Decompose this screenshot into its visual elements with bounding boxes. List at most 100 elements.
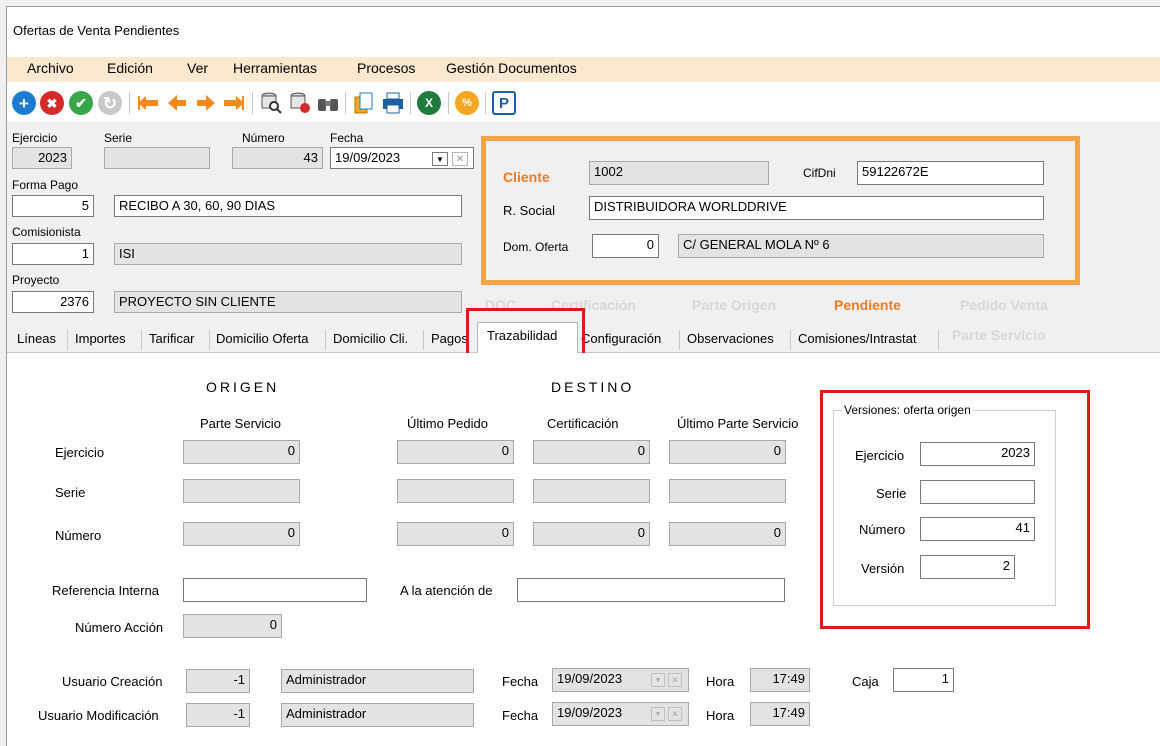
tab-domicilio-cli[interactable]: Domicilio Cli. [333, 331, 408, 346]
usuario-creacion-id-field[interactable]: -1 [186, 669, 250, 693]
origen-serie-field[interactable] [183, 479, 300, 503]
usuario-modificacion-label: Usuario Modificación [38, 708, 159, 723]
pedido-ejercicio-field[interactable]: 0 [397, 440, 514, 464]
certificacion-numero-field[interactable]: 0 [533, 522, 650, 546]
menu-procesos[interactable]: Procesos [357, 60, 415, 76]
tab-pagos[interactable]: Pagos [431, 331, 468, 346]
usuario-modificacion-name-field[interactable]: Administrador [281, 703, 474, 727]
fecha-value: 19/09/2023 [335, 150, 401, 165]
cifdni-label: CifDni [803, 166, 836, 180]
clear-icon[interactable]: ✕ [668, 707, 682, 721]
chevron-down-icon[interactable]: ▼ [651, 673, 665, 687]
menu-ver[interactable]: Ver [187, 60, 208, 76]
versiones-version-field[interactable]: 2 [920, 555, 1015, 579]
dom-oferta-code-field[interactable]: 0 [592, 234, 659, 258]
status-tab-parte-servicio[interactable]: Parte Servicio [952, 327, 1045, 343]
dom-oferta-desc-field[interactable]: C/ GENERAL MOLA Nº 6 [678, 234, 1044, 258]
origen-numero-field[interactable]: 0 [183, 522, 300, 546]
hora-creacion-label: Hora [706, 674, 735, 689]
status-tab-pedido-venta[interactable]: Pedido Venta [960, 297, 1048, 313]
serie-field[interactable] [104, 147, 210, 169]
usuario-modificacion-id-field[interactable]: -1 [186, 703, 250, 727]
tab-domicilio-oferta[interactable]: Domicilio Oferta [216, 331, 308, 346]
first-icon[interactable] [136, 91, 160, 115]
tab-separator [209, 330, 210, 350]
pedido-numero-field[interactable]: 0 [397, 522, 514, 546]
status-tab-pendiente[interactable]: Pendiente [834, 297, 901, 313]
clear-icon[interactable]: ✕ [452, 152, 468, 166]
parte-numero-field[interactable]: 0 [669, 522, 786, 546]
numero-accion-label: Número Acción [75, 620, 164, 635]
comisionista-label: Comisionista [12, 225, 81, 239]
print-icon[interactable] [381, 91, 405, 115]
menu-archivo[interactable]: Archivo [27, 60, 74, 76]
percent-icon[interactable]: % [455, 91, 479, 115]
parte-serie-field[interactable] [669, 479, 786, 503]
delete-icon[interactable]: ✖ [40, 91, 64, 115]
versiones-serie-field[interactable] [920, 480, 1035, 504]
usuario-creacion-name-field[interactable]: Administrador [281, 669, 474, 693]
ejercicio-field[interactable]: 2023 [12, 147, 72, 169]
numero-accion-field[interactable]: 0 [183, 614, 282, 638]
menu-herramientas[interactable]: Herramientas [233, 60, 317, 76]
title-bar: Ofertas de Venta Pendientes [7, 7, 1160, 57]
binoculars-icon[interactable] [316, 91, 340, 115]
rsocial-field[interactable]: DISTRIBUIDORA WORLDDRIVE [589, 196, 1044, 220]
pdf-icon[interactable]: P [492, 91, 516, 115]
search-icon[interactable] [259, 91, 283, 115]
col-ultimo-pedido: Último Pedido [407, 416, 488, 431]
caja-label: Caja [852, 674, 879, 689]
confirm-icon[interactable]: ✔ [69, 91, 93, 115]
referencia-interna-label: Referencia Interna [52, 583, 159, 598]
destino-heading: DESTINO [551, 379, 635, 395]
usuario-creacion-label: Usuario Creación [62, 674, 163, 689]
excel-icon[interactable]: X [417, 91, 441, 115]
tab-configuracion[interactable]: Configuración [581, 331, 661, 346]
comisionista-desc-field[interactable]: ISI [114, 243, 462, 265]
versiones-ejercicio-field[interactable]: 2023 [920, 442, 1035, 466]
origen-ejercicio-field[interactable]: 0 [183, 440, 300, 464]
tab-comisiones-intrastat[interactable]: Comisiones/Intrastat [798, 331, 917, 346]
certificacion-serie-field[interactable] [533, 479, 650, 503]
menu-edicion[interactable]: Edición [107, 60, 153, 76]
parte-ejercicio-field[interactable]: 0 [669, 440, 786, 464]
rsocial-label: R. Social [503, 203, 556, 218]
numero-field[interactable]: 43 [232, 147, 323, 169]
cliente-code-field[interactable]: 1002 [589, 161, 769, 185]
proyecto-code-field[interactable]: 2376 [12, 291, 94, 313]
proyecto-desc-field[interactable]: PROYECTO SIN CLIENTE [114, 291, 462, 313]
certificacion-ejercicio-field[interactable]: 0 [533, 440, 650, 464]
ejercicio-label: Ejercicio [12, 131, 58, 145]
filter-icon[interactable] [288, 91, 312, 115]
last-icon[interactable] [222, 91, 246, 115]
chevron-down-icon[interactable]: ▼ [651, 707, 665, 721]
status-tab-parte-origen[interactable]: Parte Origen [692, 297, 776, 313]
cliente-label[interactable]: Cliente [503, 169, 550, 185]
add-icon[interactable]: + [12, 91, 36, 115]
hora-creacion-field[interactable]: 17:49 [750, 668, 810, 692]
menu-gestion-documentos[interactable]: Gestión Documentos [446, 60, 577, 76]
clear-icon[interactable]: ✕ [668, 673, 682, 687]
atencion-field[interactable] [517, 578, 785, 602]
pedido-serie-field[interactable] [397, 479, 514, 503]
copy-icon[interactable] [352, 91, 376, 115]
forma-pago-code-field[interactable]: 5 [12, 195, 94, 217]
col-certificacion: Certificación [547, 416, 619, 431]
tab-importes[interactable]: Importes [75, 331, 126, 346]
chevron-down-icon[interactable]: ▼ [432, 152, 448, 166]
referencia-interna-field[interactable] [183, 578, 367, 602]
refresh-icon[interactable]: ↻ [98, 91, 122, 115]
caja-field[interactable]: 1 [893, 668, 954, 692]
tab-lineas[interactable]: Líneas [17, 331, 56, 346]
forma-pago-desc-field[interactable]: RECIBO A 30, 60, 90 DIAS [114, 195, 462, 217]
fecha-creacion-label: Fecha [502, 674, 539, 689]
tab-observaciones[interactable]: Observaciones [687, 331, 774, 346]
comisionista-code-field[interactable]: 1 [12, 243, 94, 265]
tab-separator [938, 330, 939, 350]
cifdni-field[interactable]: 59122672E [857, 161, 1044, 185]
next-icon[interactable] [194, 91, 218, 115]
previous-icon[interactable] [165, 91, 189, 115]
versiones-numero-field[interactable]: 41 [920, 517, 1035, 541]
tab-tarificar[interactable]: Tarificar [149, 331, 195, 346]
hora-modificacion-field[interactable]: 17:49 [750, 702, 810, 726]
